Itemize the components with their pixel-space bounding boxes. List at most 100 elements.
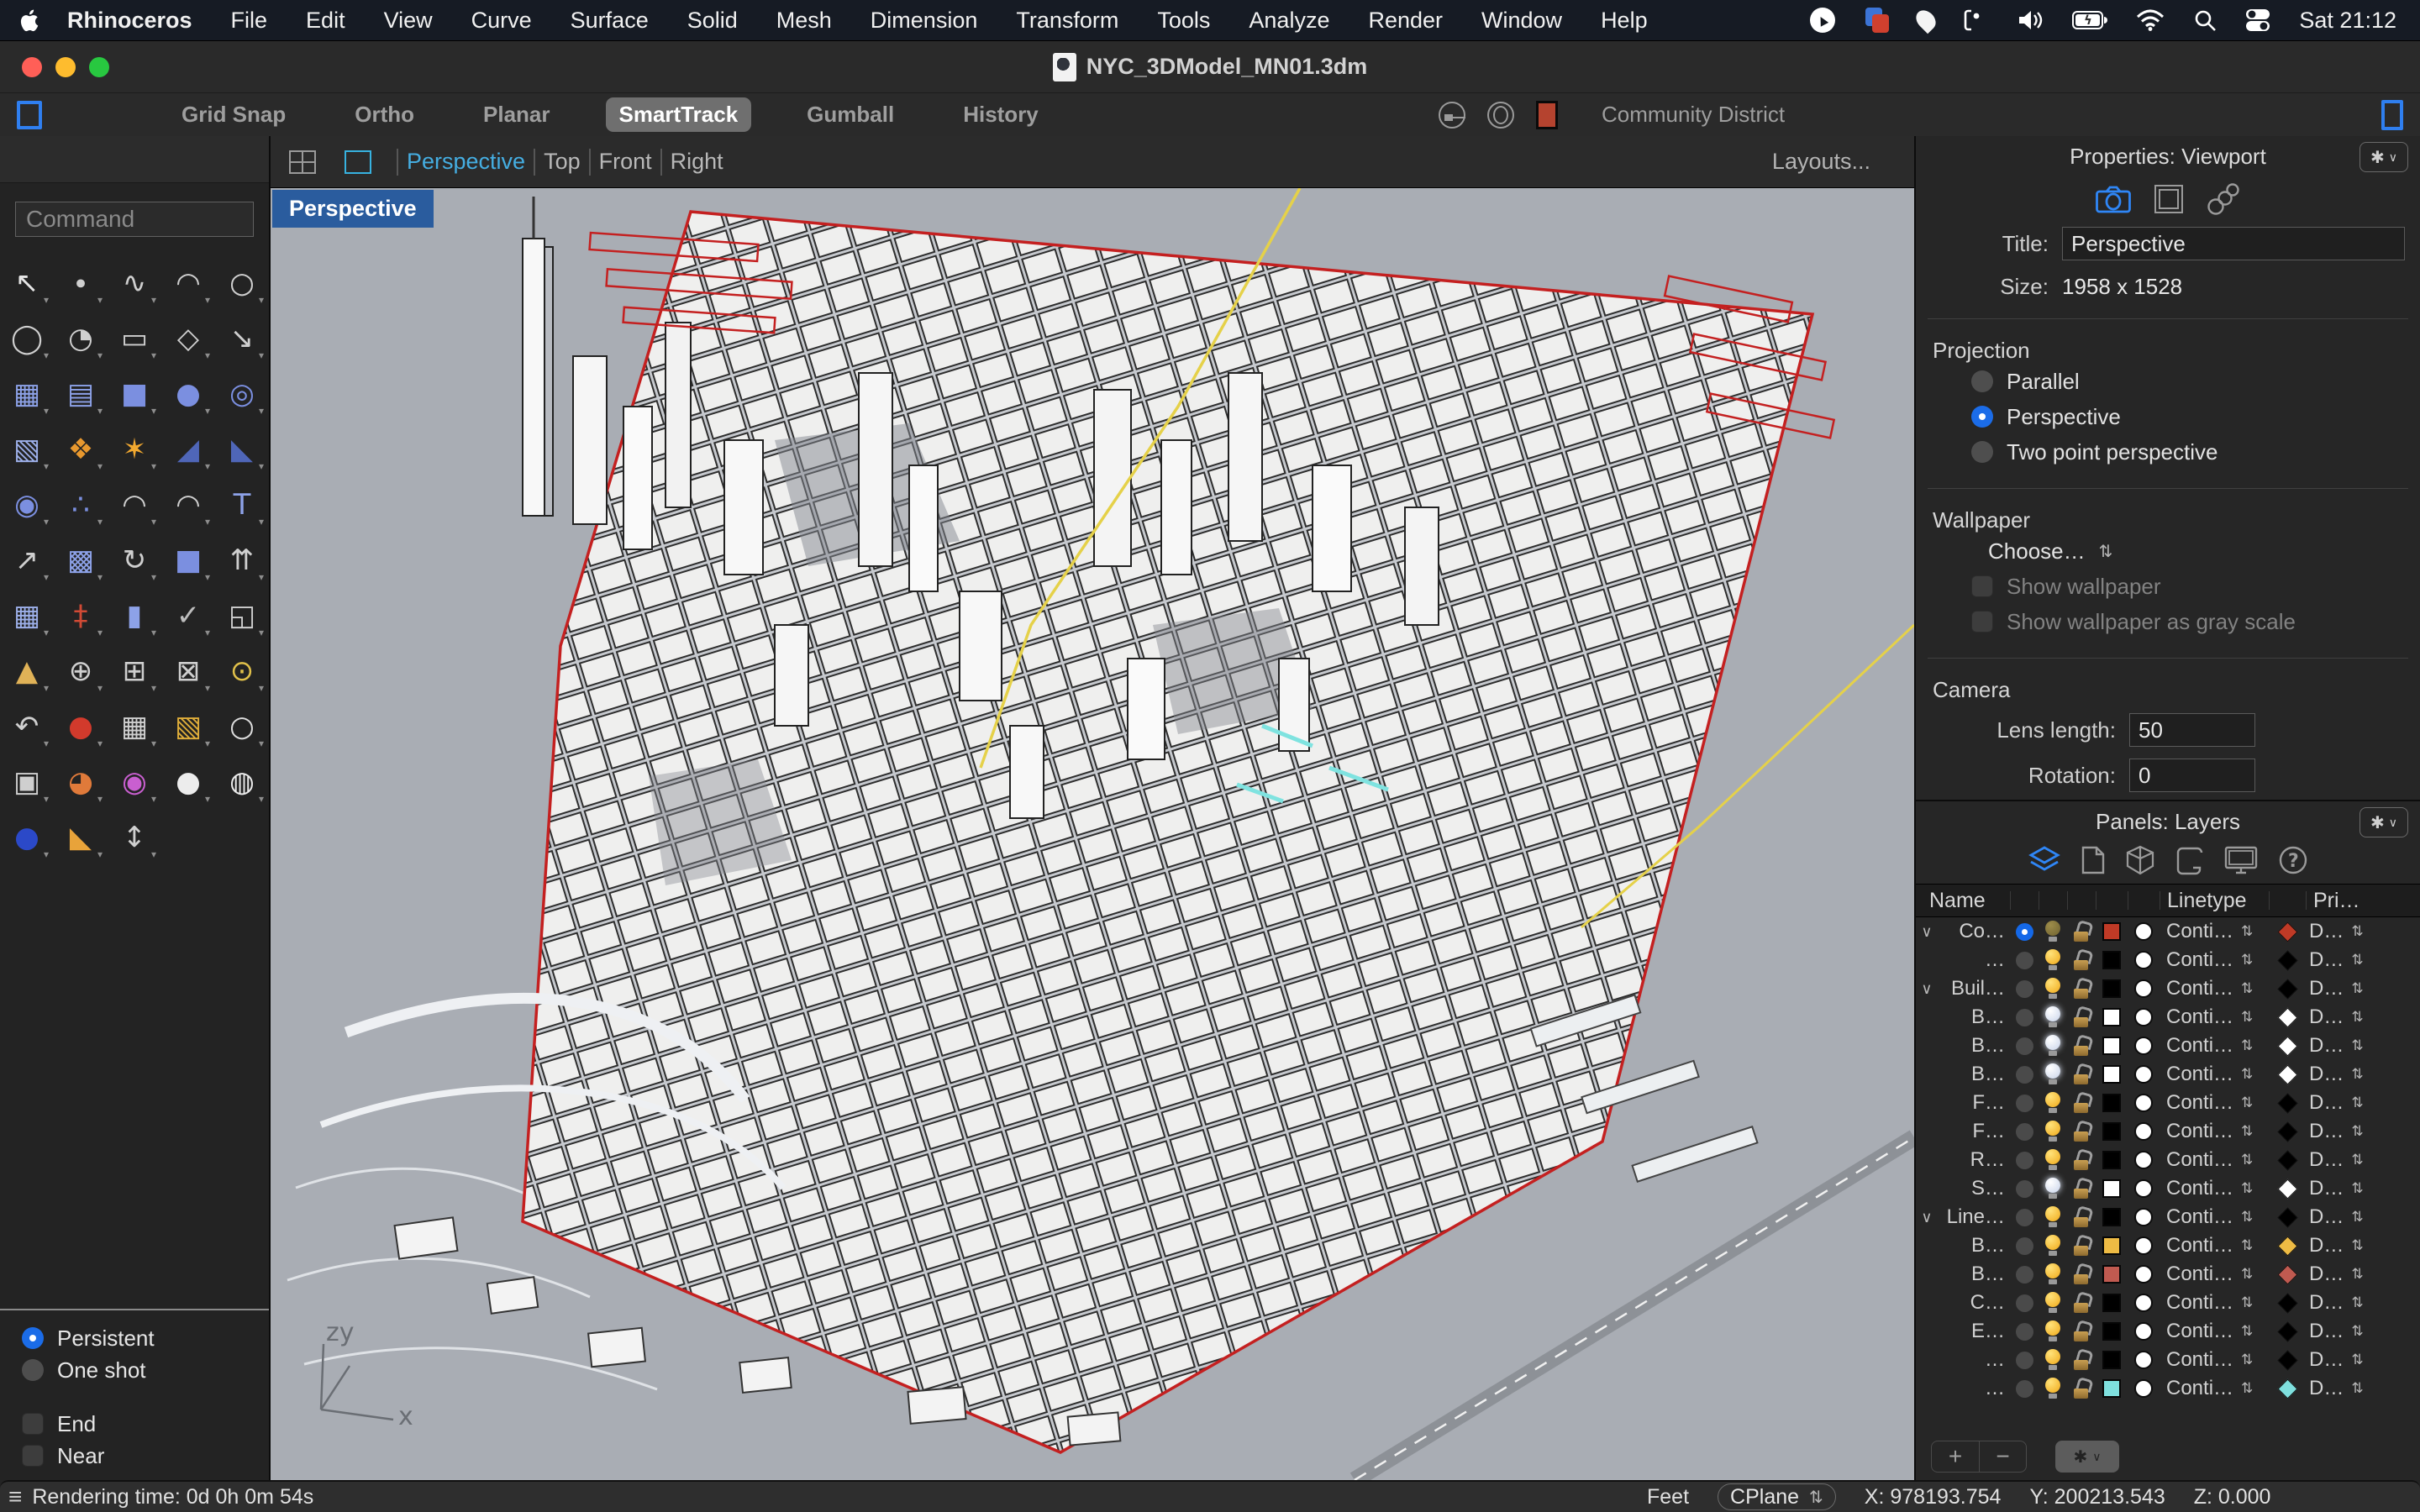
menu-item-file[interactable]: File — [212, 8, 287, 34]
layer-lock-icon[interactable] — [2074, 1150, 2089, 1170]
box-icon[interactable] — [2125, 845, 2155, 875]
monitor-icon[interactable] — [2224, 846, 2258, 874]
layer-material-icon[interactable] — [2134, 1122, 2153, 1141]
show-wallpaper-checkbox-row[interactable]: Show wallpaper — [1971, 569, 2420, 604]
command-input[interactable] — [15, 202, 254, 237]
layer-color-swatch[interactable] — [2102, 1179, 2121, 1198]
layer-linetype-dropdown[interactable]: Conti…⇅ — [2160, 1291, 2269, 1315]
layer-name[interactable]: C… — [1938, 1291, 2010, 1315]
tool-rotate-button[interactable]: ↻▾ — [108, 533, 161, 588]
layer-print-width-dropdown[interactable]: D…⇅ — [2306, 1234, 2380, 1257]
layer-material-icon[interactable] — [2134, 1322, 2153, 1341]
layer-material-icon[interactable] — [2134, 1065, 2153, 1084]
layer-lock-icon[interactable] — [2074, 979, 2089, 999]
layer-color-swatch[interactable] — [2102, 951, 2121, 969]
layer-lock-icon[interactable] — [2074, 1207, 2089, 1227]
radio-two-point-icon[interactable] — [1971, 441, 1993, 463]
layer-row[interactable]: E…Conti…⇅D…⇅ — [1916, 1317, 2420, 1346]
tool-lock-button[interactable]: ▣▾ — [0, 754, 54, 810]
layer-name[interactable]: … — [1938, 1348, 2010, 1372]
layer-row[interactable]: F…Conti…⇅D…⇅ — [1916, 1089, 2420, 1117]
current-layer-radio[interactable] — [2016, 1352, 2033, 1369]
layer-expand-icon[interactable]: ∨ — [1916, 980, 1938, 998]
layer-lock-icon[interactable] — [2074, 1378, 2089, 1399]
viewport-title-badge[interactable]: Perspective — [272, 190, 434, 228]
layers-icon[interactable] — [2028, 846, 2061, 874]
current-layer-radio[interactable] — [2016, 1009, 2033, 1026]
menu-item-transform[interactable]: Transform — [997, 8, 1138, 34]
layer-visibility-bulb-icon[interactable] — [2044, 1292, 2061, 1314]
osnap-near[interactable]: Near — [22, 1440, 269, 1472]
layer-print-color-icon[interactable] — [2277, 979, 2297, 999]
layer-print-color-icon[interactable] — [2277, 1378, 2297, 1399]
layer-print-width-dropdown[interactable]: D…⇅ — [2306, 1148, 2380, 1172]
layer-lock-icon[interactable] — [2074, 1179, 2089, 1199]
layer-lock-icon[interactable] — [2074, 1093, 2089, 1113]
layers-gear-button[interactable]: ✱∨ — [2360, 807, 2408, 837]
layer-lock-icon[interactable] — [2074, 1321, 2089, 1341]
current-layer-radio[interactable] — [2016, 1323, 2033, 1341]
radio-one-shot-icon[interactable] — [22, 1359, 44, 1381]
layer-color-swatch[interactable] — [2102, 1322, 2121, 1341]
layer-color-swatch[interactable] — [2102, 1351, 2121, 1369]
osnap-end[interactable]: End — [22, 1408, 269, 1440]
layer-linetype-dropdown[interactable]: Conti…⇅ — [2160, 1063, 2269, 1086]
tool-move-button[interactable]: ↗▾ — [0, 533, 54, 588]
current-layer-radio[interactable] — [2016, 1180, 2033, 1198]
layer-print-width-dropdown[interactable]: D…⇅ — [2306, 1177, 2380, 1200]
layer-print-width-dropdown[interactable]: D…⇅ — [2306, 1063, 2380, 1086]
layer-linetype-dropdown[interactable]: Conti…⇅ — [2160, 1034, 2269, 1058]
layer-visibility-bulb-icon[interactable] — [2044, 949, 2061, 971]
layer-name[interactable]: S… — [1938, 1177, 2010, 1200]
tool-circle-button[interactable]: ○▾ — [215, 255, 269, 311]
layer-row[interactable]: F…Conti…⇅D…⇅ — [1916, 1117, 2420, 1146]
current-layer-radio[interactable] — [2016, 952, 2033, 969]
layer-print-width-dropdown[interactable]: D…⇅ — [2306, 1005, 2380, 1029]
menu-item-view[interactable]: View — [365, 8, 452, 34]
layer-visibility-bulb-icon[interactable] — [2044, 1206, 2061, 1228]
viewport-title-input[interactable] — [2062, 227, 2405, 260]
layer-row[interactable]: S…Conti…⇅D…⇅ — [1916, 1174, 2420, 1203]
layer-color-swatch[interactable] — [2102, 1208, 2121, 1226]
layer-row[interactable]: B…Conti…⇅D…⇅ — [1916, 1231, 2420, 1260]
layer-color-swatch[interactable] — [2102, 922, 2121, 941]
layer-material-icon[interactable] — [2134, 1265, 2153, 1284]
layer-row[interactable]: ∨Buil…Conti…⇅D…⇅ — [1916, 974, 2420, 1003]
menu-item-edit[interactable]: Edit — [287, 8, 365, 34]
layer-row[interactable]: …Conti…⇅D…⇅ — [1916, 1374, 2420, 1403]
layer-color-swatch[interactable] — [2102, 1094, 2121, 1112]
viewport[interactable]: Perspective zy x — [271, 188, 1914, 1480]
layers-options-button[interactable]: ✱∨ — [2055, 1441, 2119, 1473]
close-window-button[interactable] — [22, 57, 42, 77]
current-layer-radio[interactable] — [2016, 1294, 2033, 1312]
tool-orient-button[interactable]: ■▾ — [161, 533, 215, 588]
checkbox-show-wallpaper-icon[interactable] — [1971, 575, 1993, 597]
layer-lock-icon[interactable] — [2074, 921, 2089, 942]
menu-item-window[interactable]: Window — [1462, 8, 1581, 34]
layer-print-width-dropdown[interactable]: D…⇅ — [2306, 1348, 2380, 1372]
checkbox-gray-wallpaper-icon[interactable] — [1971, 611, 1993, 633]
layer-material-icon[interactable] — [2134, 1208, 2153, 1226]
filter-target-icon[interactable] — [1487, 102, 1514, 129]
tool-color-wheel-button[interactable]: ◉▾ — [108, 754, 161, 810]
layer-visibility-bulb-icon[interactable] — [2044, 1178, 2061, 1200]
layer-linetype-dropdown[interactable]: Conti…⇅ — [2160, 1005, 2269, 1029]
layer-row[interactable]: ∨Co…Conti…⇅D…⇅ — [1916, 917, 2420, 946]
tool-explode-button[interactable]: ✶▾ — [108, 422, 161, 477]
layer-linetype-dropdown[interactable]: Conti…⇅ — [2160, 1320, 2269, 1343]
menu-item-render[interactable]: Render — [1349, 8, 1462, 34]
current-layer-radio[interactable] — [2016, 1266, 2033, 1284]
tool-extrude-button[interactable]: ◢▾ — [161, 422, 215, 477]
layer-name[interactable]: … — [1938, 1377, 2010, 1400]
scroll-icon[interactable] — [2175, 845, 2204, 875]
layer-material-icon[interactable] — [2134, 1351, 2153, 1369]
layer-color-swatch[interactable] — [2102, 1065, 2121, 1084]
tab-right[interactable]: Right — [671, 149, 723, 175]
tab-top[interactable]: Top — [544, 149, 581, 175]
active-layer-label[interactable]: Community District — [1602, 102, 1785, 128]
layer-visibility-bulb-icon[interactable] — [2044, 1235, 2061, 1257]
menu-item-help[interactable]: Help — [1581, 8, 1667, 34]
toolbar-toggle-smarttrack[interactable]: SmartTrack — [606, 97, 752, 132]
tool-ellipse-button[interactable]: ◯▾ — [0, 311, 54, 366]
current-layer-radio[interactable] — [2016, 1237, 2033, 1255]
